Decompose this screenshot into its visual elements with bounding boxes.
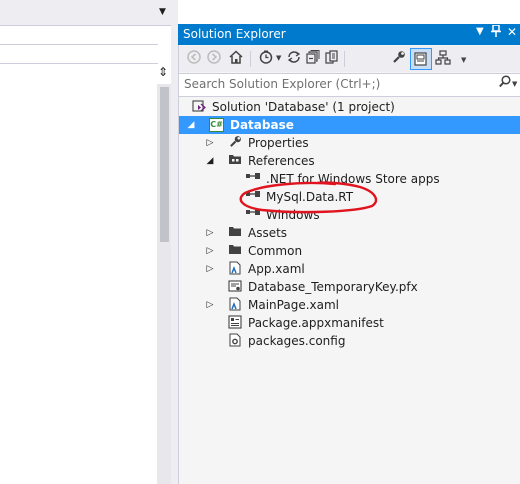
tree-item-label: Database_TemporaryKey.pfx xyxy=(248,280,418,294)
properties-icon[interactable] xyxy=(390,50,408,68)
tree-item-label: Database xyxy=(230,118,294,132)
xaml-icon xyxy=(227,297,243,313)
xaml-icon xyxy=(227,261,243,277)
search-options-dropdown-icon[interactable]: ▼ xyxy=(512,80,517,88)
tree-item-label: Common xyxy=(248,244,303,258)
toolbar-separator xyxy=(344,51,345,67)
toolbar-overflow-icon[interactable]: ▼ xyxy=(461,56,466,64)
tree-item-appxmanifest[interactable]: Package.appxmanifest xyxy=(179,314,520,332)
tree-item-references[interactable]: ◢ References xyxy=(179,152,520,170)
panel-title: Solution Explorer xyxy=(183,27,286,41)
tree-item-temporary-key[interactable]: Database_TemporaryKey.pfx xyxy=(179,278,520,296)
tree-item-app-xaml[interactable]: ▷ App.xaml xyxy=(179,260,520,278)
tree-item-label: Windows xyxy=(266,208,320,222)
collapsed-arrow-icon[interactable]: ▷ xyxy=(205,227,215,239)
config-file-icon xyxy=(227,333,243,349)
tree-item-label: References xyxy=(248,154,315,168)
back-icon[interactable] xyxy=(185,50,203,68)
forward-icon[interactable] xyxy=(205,50,223,68)
show-all-files-icon[interactable] xyxy=(323,50,341,68)
split-window-icon[interactable]: ⇕ xyxy=(157,66,169,80)
close-icon[interactable]: ✕ xyxy=(507,25,517,39)
editor-tab-strip: ▼ xyxy=(0,0,175,26)
search-bar: ▼ xyxy=(179,73,520,97)
preview-selected-items-button[interactable] xyxy=(410,48,432,70)
tree-item-mainpage-xaml[interactable]: ▷ MainPage.xaml xyxy=(179,296,520,314)
wrench-icon xyxy=(227,135,243,151)
tree-item-label: Package.appxmanifest xyxy=(248,316,384,330)
tree-item-reference-mysql[interactable]: MySql.Data.RT xyxy=(179,188,520,206)
window-position-icon[interactable]: ▼ xyxy=(476,26,484,37)
editor-navigation-bar[interactable] xyxy=(0,44,158,64)
certificate-icon xyxy=(227,279,243,295)
auto-hide-pin-icon[interactable] xyxy=(491,24,501,40)
reference-icon xyxy=(245,207,261,223)
tree-item-packages-config[interactable]: packages.config xyxy=(179,332,520,350)
sync-icon[interactable] xyxy=(285,50,303,68)
tree-item-label: App.xaml xyxy=(248,262,305,276)
home-icon[interactable] xyxy=(227,50,245,68)
tab-dropdown-icon[interactable]: ▼ xyxy=(159,7,166,17)
collapsed-arrow-icon[interactable]: ▷ xyxy=(205,299,215,311)
tree-item-properties[interactable]: ▷ Properties xyxy=(179,134,520,152)
collapsed-arrow-icon[interactable]: ▷ xyxy=(205,263,215,275)
csharp-project-icon: C# xyxy=(209,118,224,132)
toolbar-separator xyxy=(250,51,251,67)
expanded-arrow-icon[interactable]: ◢ xyxy=(186,119,196,131)
tree-item-label: Properties xyxy=(248,136,309,150)
search-icon[interactable] xyxy=(499,75,511,93)
tree-item-label: MySql.Data.RT xyxy=(266,190,354,204)
panel-splitter[interactable] xyxy=(171,0,178,484)
tree-item-label: MainPage.xaml xyxy=(248,298,339,312)
solution-icon xyxy=(191,99,207,115)
tree-item-label: Assets xyxy=(248,226,288,240)
preview-icon xyxy=(414,52,427,66)
pending-changes-icon[interactable] xyxy=(257,50,275,68)
tree-item-label: .NET for Windows Store apps xyxy=(266,172,440,186)
tree-item-assets[interactable]: ▷ Assets xyxy=(179,224,520,242)
tree-item-common[interactable]: ▷ Common xyxy=(179,242,520,260)
manifest-icon xyxy=(227,315,243,331)
tree-item-project-database[interactable]: ◢ C# Database xyxy=(179,116,520,134)
expanded-arrow-icon[interactable]: ◢ xyxy=(205,155,215,167)
solution-explorer-titlebar[interactable]: Solution Explorer ▼ ✕ xyxy=(178,24,520,45)
tree-item-solution[interactable]: Solution 'Database' (1 project) xyxy=(179,98,520,116)
reference-icon xyxy=(245,189,261,205)
editor-area: ▼ ⇕ xyxy=(0,0,175,484)
collapsed-arrow-icon[interactable]: ▷ xyxy=(205,245,215,257)
solution-tree: Solution 'Database' (1 project) ◢ C# Dat… xyxy=(179,97,520,484)
folder-icon xyxy=(227,225,243,241)
tree-item-label: Solution 'Database' (1 project) xyxy=(212,100,395,114)
view-class-diagram-icon[interactable] xyxy=(434,50,452,68)
folder-icon xyxy=(227,243,243,259)
search-input[interactable] xyxy=(184,76,484,92)
collapse-all-icon[interactable] xyxy=(304,50,322,68)
collapsed-arrow-icon[interactable]: ▷ xyxy=(205,137,215,149)
reference-icon xyxy=(245,171,261,187)
pending-changes-dropdown-icon[interactable]: ▼ xyxy=(276,54,281,62)
solution-explorer-toolbar: ▼ xyxy=(179,46,520,72)
tree-item-label: packages.config xyxy=(248,334,346,348)
editor-vertical-scrollbar[interactable] xyxy=(157,84,171,484)
scrollbar-thumb[interactable] xyxy=(160,87,169,242)
tree-item-reference-dotnet[interactable]: .NET for Windows Store apps xyxy=(179,170,520,188)
references-folder-icon xyxy=(227,153,243,169)
tree-item-reference-windows[interactable]: Windows xyxy=(179,206,520,224)
